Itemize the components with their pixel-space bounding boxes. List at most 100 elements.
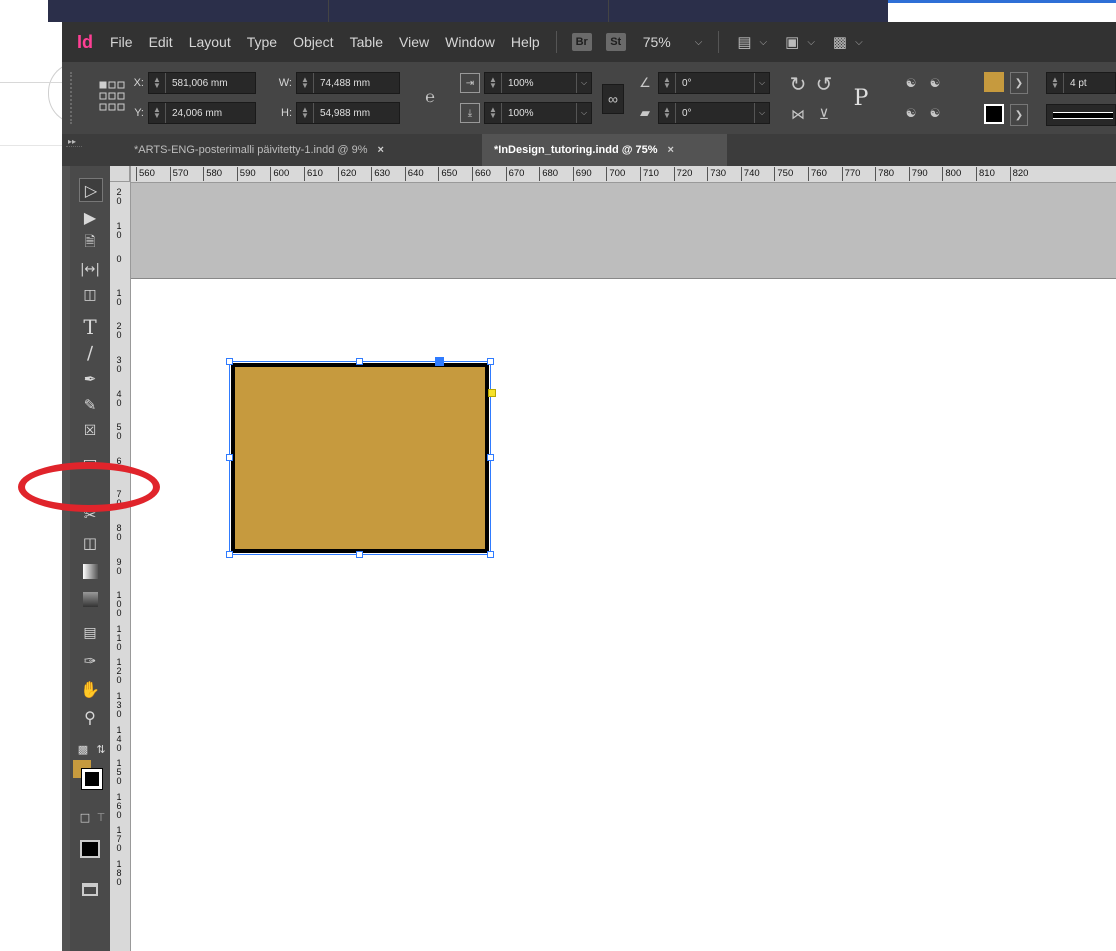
stepper-icon[interactable]: ▲ ▼ — [485, 103, 502, 123]
menu-type[interactable]: Type — [239, 34, 285, 50]
menu-file[interactable]: File — [102, 34, 141, 50]
vertical-ruler[interactable]: 2010010203040506708090100110120130140150… — [110, 166, 131, 951]
view-options-icon[interactable]: ▤ — [737, 33, 751, 51]
rotate-counterclockwise-icon[interactable]: ↺ — [812, 72, 836, 96]
select-container-icon[interactable]: ☯ — [900, 72, 922, 94]
tab-indesign-tutoring[interactable]: *InDesign_tutoring.indd @ 75% × — [482, 134, 727, 166]
height-field[interactable]: ▲ ▼ 54,988 mm — [296, 102, 400, 124]
screen-mode-icon[interactable]: ▣ — [785, 33, 799, 51]
zoom-level[interactable]: 75% — [643, 34, 671, 50]
content-grabber-handle[interactable] — [435, 357, 444, 366]
stepper-icon[interactable]: ▲ ▼ — [149, 73, 166, 93]
menu-table[interactable]: Table — [342, 34, 391, 50]
page-tool-icon[interactable]: 🗎 — [79, 232, 101, 254]
line-tool-icon[interactable]: ∕ — [79, 342, 101, 364]
stroke-swatch[interactable] — [984, 104, 1004, 124]
resize-handle[interactable] — [487, 551, 494, 558]
scale-y-field[interactable]: ▲ ▼ 100% ⌵ — [484, 102, 592, 124]
gradient-feather-tool-icon[interactable] — [79, 588, 101, 610]
stepper-icon[interactable]: ▲ ▼ — [659, 73, 676, 93]
resize-handle[interactable] — [356, 358, 363, 365]
tab-arts-eng-posterimalli[interactable]: *ARTS-ENG-posterimalli päivitetty-1.indd… — [122, 134, 470, 166]
fill-dropdown-icon[interactable]: ❯ — [1010, 72, 1028, 94]
screen-mode-icon[interactable] — [79, 878, 101, 900]
free-transform-tool-icon[interactable]: ◫ — [79, 532, 101, 554]
close-icon[interactable]: × — [668, 144, 674, 156]
fill-swatch[interactable] — [984, 72, 1004, 92]
resize-handle[interactable] — [226, 358, 233, 365]
chevron-down-icon[interactable]: ⌵ — [855, 37, 863, 48]
pencil-tool-icon[interactable]: ✎ — [79, 394, 101, 416]
selection-tool-icon[interactable]: ▷ — [79, 178, 103, 202]
gap-tool-icon[interactable]: |↔| — [79, 258, 101, 280]
rotate-clockwise-icon[interactable]: ↻ — [786, 72, 810, 96]
stock-button[interactable]: St — [605, 33, 626, 51]
stepper-icon[interactable]: ▲ ▼ — [297, 103, 314, 123]
select-content-icon[interactable]: ☯ — [900, 102, 922, 124]
rotation-field[interactable]: ▲ ▼ 0° ⌵ — [658, 72, 770, 94]
link-scale-icon[interactable]: ∞ — [602, 84, 624, 114]
stepper-icon[interactable]: ▲ ▼ — [297, 73, 314, 93]
selection-bounding-box[interactable] — [229, 361, 491, 555]
shear-field[interactable]: ▲ ▼ 0° ⌵ — [658, 102, 770, 124]
stepper-icon[interactable]: ▲ ▼ — [659, 103, 676, 123]
chevron-down-icon[interactable]: ⌵ — [754, 73, 769, 93]
chevron-down-icon[interactable]: ⌵ — [807, 37, 815, 48]
menu-window[interactable]: Window — [437, 34, 503, 50]
resize-handle[interactable] — [226, 454, 233, 461]
width-field[interactable]: ▲ ▼ 74,488 mm — [296, 72, 400, 94]
select-previous-icon[interactable]: ☯ — [924, 72, 946, 94]
scale-x-field[interactable]: ▲ ▼ 100% ⌵ — [484, 72, 592, 94]
close-icon[interactable]: × — [378, 144, 384, 156]
menu-view[interactable]: View — [391, 34, 437, 50]
formatting-text-icon[interactable]: T — [90, 806, 112, 828]
stepper-icon[interactable]: ▲ ▼ — [149, 103, 166, 123]
menu-edit[interactable]: Edit — [141, 34, 181, 50]
hand-tool-icon[interactable]: ✋ — [79, 678, 101, 700]
chevron-down-icon[interactable]: ⌵ — [760, 37, 768, 48]
resize-handle[interactable] — [356, 551, 363, 558]
stroke-weight-field[interactable]: ▲ ▼ 4 pt — [1046, 72, 1116, 94]
eyedropper-tool-icon[interactable]: ✑ — [79, 650, 101, 672]
rectangle-frame-tool-icon[interactable]: ☒ — [79, 420, 101, 442]
collapse-panel-icon[interactable]: ▸▸ — [66, 136, 78, 146]
chevron-down-icon[interactable]: ⌵ — [576, 73, 591, 93]
apply-color-icon[interactable] — [79, 838, 101, 860]
chevron-down-icon[interactable]: ⌵ — [576, 103, 591, 123]
resize-handle[interactable] — [226, 551, 233, 558]
horizontal-ruler[interactable]: 560 570 580 590 600 610 620 630 640 650 660 670 680 6… — [130, 166, 1116, 183]
pen-tool-icon[interactable]: ✒ — [79, 368, 101, 390]
note-tool-icon[interactable]: ▤ — [79, 622, 101, 644]
flip-vertical-icon[interactable]: ⊻ — [812, 102, 836, 126]
resize-handle[interactable] — [487, 358, 494, 365]
gradient-swatch-tool-icon[interactable] — [79, 560, 101, 582]
stroke-dropdown-icon[interactable]: ❯ — [1010, 104, 1028, 126]
menu-object[interactable]: Object — [285, 34, 341, 50]
type-tool-icon[interactable]: T — [79, 315, 101, 339]
zoom-tool-icon[interactable]: ⚲ — [79, 706, 101, 728]
flip-horizontal-icon[interactable]: ⋈ — [786, 102, 810, 126]
zoom-dropdown-icon[interactable]: ⌵ — [695, 37, 703, 48]
select-next-icon[interactable]: ☯ — [924, 102, 946, 124]
constrain-proportions-icon[interactable]: ℮ — [420, 86, 440, 110]
y-position-field[interactable]: ▲ ▼ 24,006 mm — [148, 102, 256, 124]
stepper-icon[interactable]: ▲ ▼ — [485, 73, 502, 93]
ruler-origin[interactable] — [110, 166, 130, 182]
panel-grip[interactable] — [66, 146, 82, 151]
menu-layout[interactable]: Layout — [181, 34, 239, 50]
pasteboard[interactable] — [131, 183, 1116, 279]
arrange-documents-icon[interactable]: ▩ — [833, 33, 847, 51]
menu-help[interactable]: Help — [503, 34, 548, 50]
direct-selection-tool-icon[interactable]: ▶ — [79, 206, 101, 228]
stroke-type-field[interactable] — [1046, 104, 1116, 126]
stepper-icon[interactable]: ▲ ▼ — [1047, 73, 1064, 93]
content-collector-tool-icon[interactable]: ◫ — [79, 284, 101, 306]
live-corners-handle[interactable] — [488, 389, 496, 397]
bridge-button[interactable]: Br — [571, 33, 592, 51]
resize-handle[interactable] — [487, 454, 494, 461]
stroke-color-box[interactable] — [81, 768, 103, 790]
swap-fill-stroke-icon[interactable]: ⇅ — [90, 738, 112, 760]
panel-grip[interactable] — [70, 72, 78, 124]
chevron-down-icon[interactable]: ⌵ — [754, 103, 769, 123]
x-position-field[interactable]: ▲ ▼ 581,006 mm — [148, 72, 256, 94]
